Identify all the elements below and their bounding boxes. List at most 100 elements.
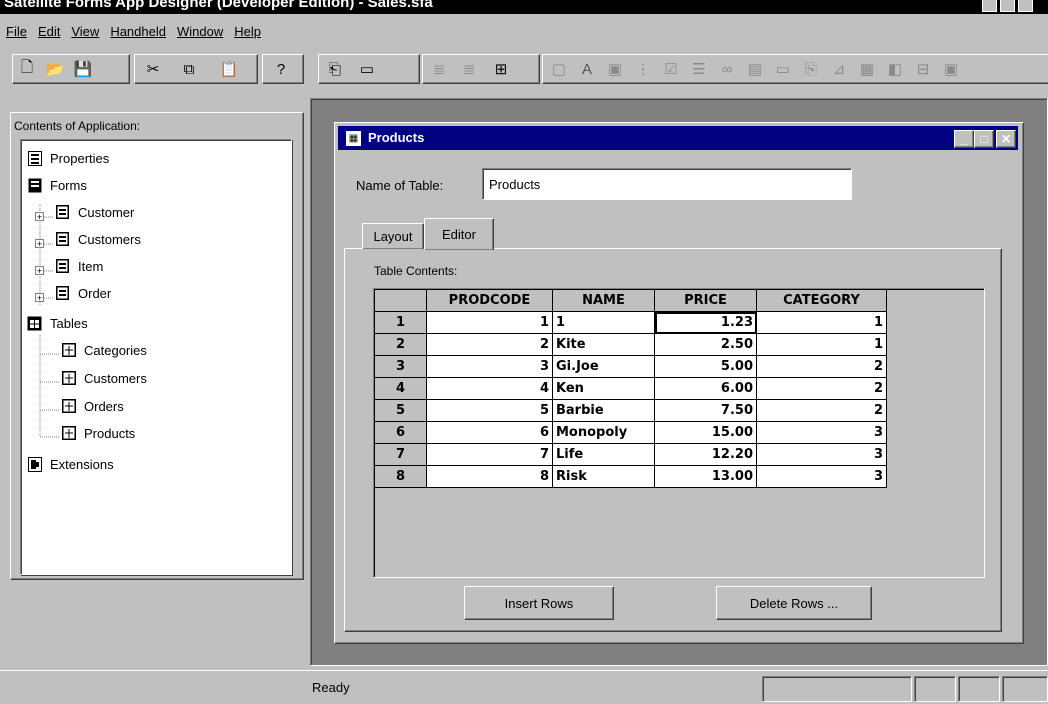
menu-edit[interactable]: Edit xyxy=(38,24,60,39)
image-control-icon[interactable]: ⎘ xyxy=(797,55,825,83)
tree-item-form-order[interactable]: Order xyxy=(55,285,111,301)
minimize-icon[interactable] xyxy=(982,0,997,12)
bitmap-control-icon[interactable]: ▦ xyxy=(853,55,881,83)
cut-icon[interactable]: ✂ xyxy=(139,55,167,83)
expand-icon[interactable]: + xyxy=(35,239,44,249)
tab-editor[interactable]: Editor xyxy=(424,218,494,250)
close-icon[interactable] xyxy=(1018,0,1033,12)
cell-prodcode[interactable]: 7 xyxy=(426,443,553,466)
cell-name[interactable]: Risk xyxy=(552,465,655,488)
align-right-icon[interactable]: ≣ xyxy=(455,55,483,83)
expand-icon[interactable]: + xyxy=(35,293,44,303)
maximize-icon[interactable] xyxy=(1000,0,1015,12)
close-icon[interactable]: ✕ xyxy=(996,130,1016,148)
tree-item-form-customer[interactable]: Customer xyxy=(55,204,134,220)
row-header[interactable]: 7 xyxy=(374,443,427,466)
pen-control-icon[interactable]: ⊟ xyxy=(909,55,937,83)
cell-prodcode[interactable]: 6 xyxy=(426,421,553,444)
cell-name[interactable]: Life xyxy=(552,443,655,466)
button-control-icon[interactable]: ▣ xyxy=(601,55,629,83)
tree-item-table-orders[interactable]: Orders xyxy=(61,398,124,414)
cell-name[interactable]: 1 xyxy=(552,311,655,334)
cell-price[interactable]: 2.50 xyxy=(654,333,757,356)
cell-price[interactable]: 5.00 xyxy=(654,355,757,378)
row-header[interactable]: 2 xyxy=(374,333,427,356)
cell-category[interactable]: 2 xyxy=(756,399,887,422)
cell-prodcode[interactable]: 2 xyxy=(426,333,553,356)
menu-window[interactable]: Window xyxy=(177,24,223,39)
cell-name[interactable]: Monopoly xyxy=(552,421,655,444)
paste-icon[interactable]: 📋 xyxy=(215,55,243,83)
popup-control-icon[interactable]: ▭ xyxy=(769,55,797,83)
shape-control-icon[interactable]: ◧ xyxy=(881,55,909,83)
tree-item-table-products[interactable]: Products xyxy=(61,425,135,441)
lookup-control-icon[interactable]: ⋮ xyxy=(629,55,657,83)
delete-rows-button[interactable]: Delete Rows ... xyxy=(716,586,872,620)
new-file-icon[interactable]: 🗋 xyxy=(13,55,41,83)
cell-prodcode[interactable]: 4 xyxy=(426,377,553,400)
cell-category[interactable]: 3 xyxy=(756,443,887,466)
open-folder-icon[interactable]: 📂 xyxy=(41,55,69,83)
cell-category[interactable]: 1 xyxy=(756,311,887,334)
expand-icon[interactable]: + xyxy=(35,266,44,276)
row-header[interactable]: 8 xyxy=(374,465,427,488)
insert-rows-button[interactable]: Insert Rows xyxy=(464,586,614,620)
copy-icon[interactable]: ⧉ xyxy=(175,55,203,83)
cell-category[interactable]: 3 xyxy=(756,465,887,488)
cell-price[interactable]: 13.00 xyxy=(654,465,757,488)
cell-price[interactable]: 12.20 xyxy=(654,443,757,466)
droplist-control-icon[interactable]: ▤ xyxy=(741,55,769,83)
column-header-prodcode[interactable]: PRODCODE xyxy=(426,289,553,312)
tree-item-form-customers[interactable]: Customers xyxy=(55,231,141,247)
cell-price[interactable]: 15.00 xyxy=(654,421,757,444)
text-control-icon[interactable]: A xyxy=(573,55,601,83)
tree-item-form-item[interactable]: Item xyxy=(55,258,103,274)
column-header-category[interactable]: CATEGORY xyxy=(756,289,887,312)
cell-name[interactable]: Gi.Joe xyxy=(552,355,655,378)
table-contents-grid[interactable]: PRODCODE NAME PRICE CATEGORY 1 1 1 1.23 … xyxy=(373,288,985,578)
tree-item-tables[interactable]: Tables xyxy=(27,315,88,331)
cell-prodcode[interactable]: 8 xyxy=(426,465,553,488)
ink-control-icon[interactable]: ∞ xyxy=(713,55,741,83)
cell-category[interactable]: 1 xyxy=(756,333,887,356)
products-window-titlebar[interactable]: ▦ Products _ □ ✕ xyxy=(338,126,1018,150)
align-left-icon[interactable]: ≣ xyxy=(425,55,453,83)
menu-file[interactable]: File xyxy=(6,24,27,39)
application-tree[interactable]: Properties Forms + Customer + Customers … xyxy=(20,139,292,575)
menu-view[interactable]: View xyxy=(71,24,99,39)
grid-corner-cell[interactable] xyxy=(374,289,427,312)
cell-price-selected[interactable]: 1.23 xyxy=(654,311,757,334)
help-icon[interactable]: ? xyxy=(267,55,295,83)
minimize-icon[interactable]: _ xyxy=(954,130,974,148)
maximize-icon[interactable]: □ xyxy=(974,130,994,148)
menu-handheld[interactable]: Handheld xyxy=(110,24,166,39)
cell-price[interactable]: 6.00 xyxy=(654,377,757,400)
checkbox-control-icon[interactable]: ☑ xyxy=(657,55,685,83)
grid-icon[interactable]: ⊞ xyxy=(487,55,515,83)
tree-item-properties[interactable]: Properties xyxy=(27,150,109,166)
cell-prodcode[interactable]: 1 xyxy=(426,311,553,334)
row-header[interactable]: 1 xyxy=(374,311,427,334)
save-icon[interactable]: 💾 xyxy=(69,55,97,83)
cell-name[interactable]: Barbie xyxy=(552,399,655,422)
menu-help[interactable]: Help xyxy=(234,24,261,39)
column-header-price[interactable]: PRICE xyxy=(654,289,757,312)
cell-name[interactable]: Ken xyxy=(552,377,655,400)
cell-prodcode[interactable]: 5 xyxy=(426,399,553,422)
row-header[interactable]: 4 xyxy=(374,377,427,400)
tree-item-table-categories[interactable]: Categories xyxy=(61,342,147,358)
cell-category[interactable]: 2 xyxy=(756,355,887,378)
chart-control-icon[interactable]: ⊿ xyxy=(825,55,853,83)
extension-icon[interactable]: ⎗ xyxy=(321,55,349,83)
column-header-name[interactable]: NAME xyxy=(552,289,655,312)
expand-icon[interactable]: + xyxy=(35,212,44,222)
cell-category[interactable]: 2 xyxy=(756,377,887,400)
tree-item-table-customers[interactable]: Customers xyxy=(61,370,147,386)
cell-category[interactable]: 3 xyxy=(756,421,887,444)
extra-control-icon[interactable]: ▣ xyxy=(937,55,965,83)
tree-item-extensions[interactable]: Extensions xyxy=(27,456,114,472)
row-header[interactable]: 5 xyxy=(374,399,427,422)
tree-item-forms[interactable]: Forms xyxy=(27,177,87,193)
table-name-input[interactable] xyxy=(482,168,852,200)
cell-name[interactable]: Kite xyxy=(552,333,655,356)
